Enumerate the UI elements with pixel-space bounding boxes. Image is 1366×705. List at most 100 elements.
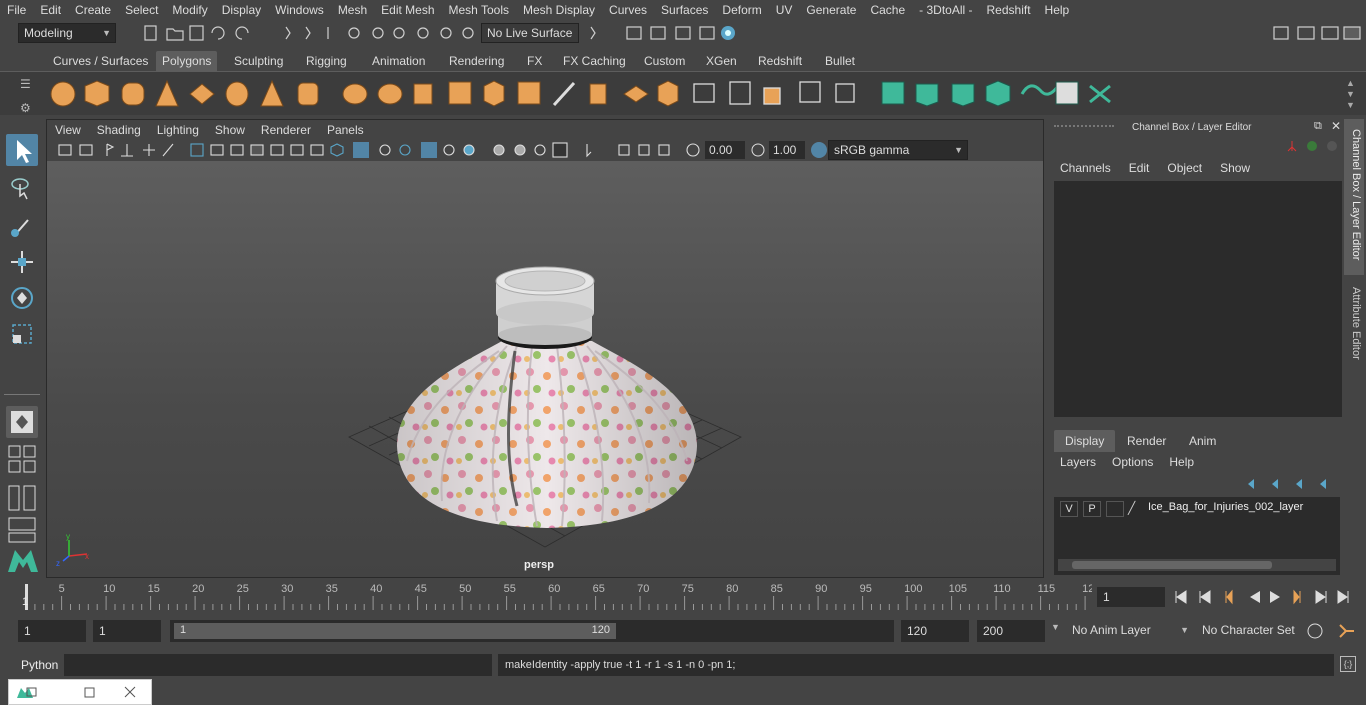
menu-uv[interactable]: UV xyxy=(769,0,800,20)
redshift-hair-icon[interactable] xyxy=(1020,84,1060,96)
layer-menu-layers[interactable]: Layers xyxy=(1060,455,1112,469)
layer-name[interactable]: Ice_Bag_for_Injuries_002_layer xyxy=(1148,501,1303,513)
tab-channel-box[interactable]: Channel Box / Layer Editor xyxy=(1344,119,1364,275)
safe-action-icon[interactable] xyxy=(290,144,304,156)
redshift-object-icon[interactable] xyxy=(951,83,975,107)
character-set-dropdown[interactable]: No Character Set xyxy=(1197,620,1299,642)
channel-box-icon[interactable] xyxy=(1343,26,1361,40)
bridge-icon[interactable] xyxy=(517,81,541,105)
multicut-icon[interactable] xyxy=(552,81,576,107)
color-management-icon[interactable] xyxy=(809,140,829,160)
viewport-menu-view[interactable]: View xyxy=(47,123,89,137)
menu-generate[interactable]: Generate xyxy=(799,0,863,20)
image-plane-icon[interactable] xyxy=(121,144,133,157)
safe-title-icon[interactable] xyxy=(310,144,324,156)
isolate-select-icon[interactable] xyxy=(586,144,592,158)
channel-menu-object[interactable]: Object xyxy=(1167,161,1220,175)
automatic-map-icon[interactable] xyxy=(799,81,821,103)
animation-start-field[interactable]: 1 xyxy=(18,620,86,642)
smooth-icon[interactable] xyxy=(448,81,472,105)
film-gate-icon[interactable] xyxy=(210,144,224,156)
wireframe-on-shaded-icon[interactable] xyxy=(399,144,411,156)
close-icon[interactable]: ✕ xyxy=(1331,119,1341,133)
color-space-dropdown[interactable]: sRGB gamma ▼ xyxy=(828,140,968,160)
gamma-icon[interactable] xyxy=(749,141,769,159)
bookmark-icon[interactable] xyxy=(106,143,115,156)
menu-mesh-display[interactable]: Mesh Display xyxy=(516,0,602,20)
current-frame-field[interactable]: 1 xyxy=(1097,587,1165,607)
xray-joints-icon[interactable] xyxy=(618,144,630,156)
shelf-tab-custom[interactable]: Custom xyxy=(638,51,691,71)
textured-icon[interactable] xyxy=(421,142,437,158)
shelf-tab-rigging[interactable]: Rigging xyxy=(300,51,353,71)
hud-icon[interactable] xyxy=(658,144,670,156)
poly-cylinder-icon[interactable] xyxy=(121,82,145,106)
play-forward-icon[interactable] xyxy=(1270,591,1280,603)
panel-grip[interactable] xyxy=(1054,125,1114,131)
viewport-menu-panels[interactable]: Panels xyxy=(319,123,372,137)
shelf-tab-animation[interactable]: Animation xyxy=(366,51,431,71)
layer-scrollbar[interactable] xyxy=(1058,559,1336,571)
planar-map-icon[interactable] xyxy=(763,87,781,105)
poly-plane-icon[interactable] xyxy=(189,83,215,105)
redo-icon[interactable] xyxy=(235,26,249,40)
menu-mesh-tools[interactable]: Mesh Tools xyxy=(442,0,516,20)
viewport-menu-shading[interactable]: Shading xyxy=(89,123,149,137)
expand-arrow-icon[interactable] xyxy=(285,26,291,40)
redshift-dome-icon[interactable] xyxy=(1089,84,1111,104)
camera-attributes-icon[interactable] xyxy=(79,144,93,156)
layer-tab-anim[interactable]: Anim xyxy=(1178,430,1227,452)
delete-history-icon[interactable] xyxy=(729,81,751,105)
snap-to-grid-icon[interactable] xyxy=(417,27,429,39)
play-backward-icon[interactable] xyxy=(1250,591,1260,603)
menu-curves[interactable]: Curves xyxy=(602,0,654,20)
poly-torus-icon[interactable] xyxy=(225,81,249,107)
layer-display-type-toggle[interactable] xyxy=(1106,501,1124,517)
script-editor-icon[interactable]: {;} xyxy=(1340,656,1356,672)
grid-icon[interactable] xyxy=(190,143,204,157)
extrude-icon[interactable] xyxy=(483,80,505,107)
new-layer-icon[interactable] xyxy=(1296,479,1302,489)
viewport-menu-renderer[interactable]: Renderer xyxy=(253,123,319,137)
menu-select[interactable]: Select xyxy=(118,0,165,20)
select-by-component-icon[interactable] xyxy=(393,27,405,39)
motion-blur-icon[interactable] xyxy=(514,144,526,156)
shelf-tab-curves-surfaces[interactable]: Curves / Surfaces xyxy=(47,51,154,71)
redshift-mesh-icon[interactable] xyxy=(881,81,905,105)
scale-tool-icon[interactable] xyxy=(6,318,38,350)
range-slider[interactable]: 1 120 xyxy=(170,620,894,642)
layer-playback-toggle[interactable]: P xyxy=(1083,501,1101,517)
shadows-icon[interactable] xyxy=(463,144,475,156)
layer-tab-display[interactable]: Display xyxy=(1054,430,1116,452)
tab-attribute-editor[interactable]: Attribute Editor xyxy=(1344,279,1364,379)
shelf-tab-bullet[interactable]: Bullet xyxy=(819,51,861,71)
use-all-lights-icon[interactable] xyxy=(443,144,455,156)
lasso-tool-icon[interactable] xyxy=(6,172,38,204)
xray-active-icon[interactable] xyxy=(638,144,650,156)
menu-file[interactable]: File xyxy=(0,0,33,20)
mirror-icon[interactable] xyxy=(413,83,433,105)
redshift-proxy-icon[interactable] xyxy=(915,83,939,107)
menu-modify[interactable]: Modify xyxy=(165,0,214,20)
undo-icon[interactable] xyxy=(211,26,225,40)
float-panel-icon[interactable]: ⧉ xyxy=(1314,120,1322,133)
camera-icon[interactable] xyxy=(58,144,72,156)
viewport-menu-show[interactable]: Show xyxy=(207,123,253,137)
viewport-menu-lighting[interactable]: Lighting xyxy=(149,123,207,137)
ipr-render-icon[interactable] xyxy=(675,26,691,40)
smooth-shade-icon[interactable] xyxy=(353,142,369,158)
live-surface-field[interactable]: No Live Surface xyxy=(481,23,579,43)
attribute-editor-icon[interactable] xyxy=(1297,26,1315,40)
default-material-icon[interactable] xyxy=(379,144,391,156)
playback-start-field[interactable]: 1 xyxy=(93,620,161,642)
layer-visibility-toggle[interactable]: V xyxy=(1060,501,1078,517)
shelf-tab-xgen[interactable]: XGen xyxy=(700,51,743,71)
anim-layer-dropdown[interactable]: No Anim Layer ▼ xyxy=(1067,620,1191,642)
poly-sphere-icon[interactable] xyxy=(50,81,76,107)
uv-editor-icon[interactable] xyxy=(835,83,855,103)
menu-deform[interactable]: Deform xyxy=(715,0,768,20)
playback-end-field[interactable]: 120 xyxy=(901,620,969,642)
step-forward-frame-icon[interactable] xyxy=(1293,589,1301,605)
menu-windows[interactable]: Windows xyxy=(268,0,331,20)
channel-menu-edit[interactable]: Edit xyxy=(1129,161,1168,175)
